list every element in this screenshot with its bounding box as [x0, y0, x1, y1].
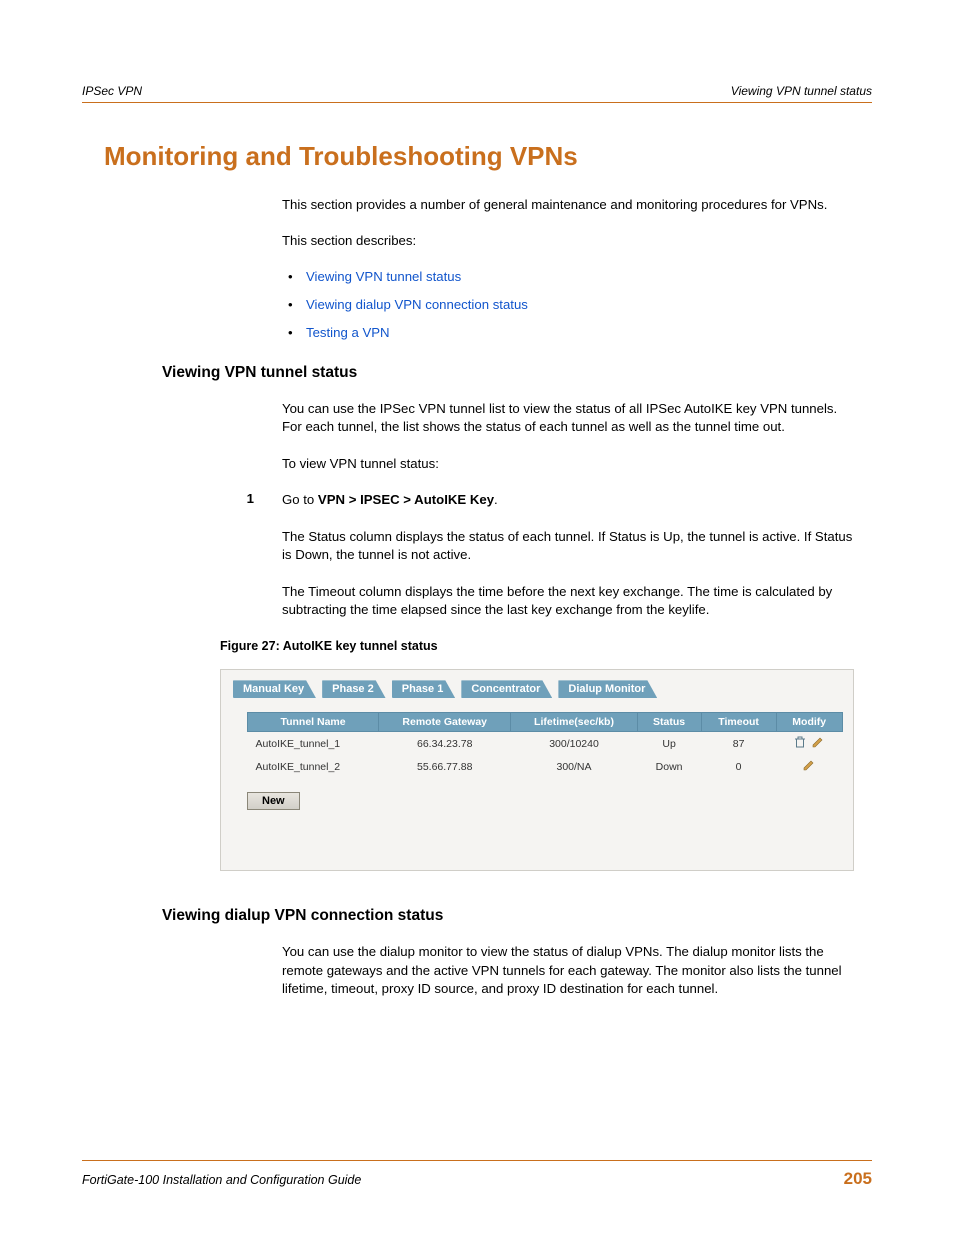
- tab-phase-2[interactable]: Phase 2: [322, 680, 386, 698]
- header-rule: [82, 102, 872, 103]
- edit-icon[interactable]: [812, 736, 824, 748]
- trash-icon[interactable]: [794, 736, 806, 748]
- tab-phase-1[interactable]: Phase 1: [392, 680, 456, 698]
- table-row: AutoIKE_tunnel_1 66.34.23.78 300/10240 U…: [248, 732, 843, 756]
- figure-screenshot: Manual Key Phase 2 Phase 1 Concentrator …: [220, 669, 854, 871]
- link-viewing-tunnel-status[interactable]: Viewing VPN tunnel status: [306, 269, 461, 284]
- col-status: Status: [637, 713, 701, 732]
- sec1-p4: The Timeout column displays the time bef…: [282, 583, 854, 620]
- col-tunnel-name: Tunnel Name: [248, 713, 379, 732]
- col-lifetime: Lifetime(sec/kb): [511, 713, 637, 732]
- col-timeout: Timeout: [701, 713, 776, 732]
- section-heading-tunnel-status: Viewing VPN tunnel status: [162, 364, 872, 382]
- footer-doc-title: FortiGate-100 Installation and Configura…: [82, 1173, 361, 1187]
- page-footer: FortiGate-100 Installation and Configura…: [82, 1160, 872, 1189]
- tab-dialup-monitor[interactable]: Dialup Monitor: [558, 680, 657, 698]
- sec1-p1: You can use the IPSec VPN tunnel list to…: [282, 400, 854, 437]
- tab-manual-key[interactable]: Manual Key: [233, 680, 316, 698]
- tab-bar: Manual Key Phase 2 Phase 1 Concentrator …: [233, 680, 841, 698]
- sec2-p1: You can use the dialup monitor to view t…: [282, 943, 854, 998]
- header-left: IPSec VPN: [82, 84, 142, 98]
- toc-bullets: Viewing VPN tunnel status Viewing dialup…: [282, 269, 854, 340]
- page-title: Monitoring and Troubleshooting VPNs: [104, 141, 872, 172]
- page-number: 205: [844, 1169, 872, 1189]
- table-row: AutoIKE_tunnel_2 55.66.77.88 300/NA Down…: [248, 755, 843, 778]
- col-modify: Modify: [776, 713, 842, 732]
- new-button[interactable]: New: [247, 792, 300, 810]
- step-text: Go to VPN > IPSEC > AutoIKE Key.: [282, 491, 854, 509]
- col-remote-gateway: Remote Gateway: [379, 713, 511, 732]
- sec1-p3: The Status column displays the status of…: [282, 528, 854, 565]
- section-heading-dialup-status: Viewing dialup VPN connection status: [162, 907, 872, 925]
- tab-concentrator[interactable]: Concentrator: [461, 680, 552, 698]
- figure-caption: Figure 27: AutoIKE key tunnel status: [220, 638, 854, 656]
- edit-icon[interactable]: [803, 759, 815, 771]
- step-number: 1: [220, 491, 254, 509]
- link-viewing-dialup-status[interactable]: Viewing dialup VPN connection status: [306, 297, 528, 312]
- link-testing-vpn[interactable]: Testing a VPN: [306, 325, 390, 340]
- step-1: 1 Go to VPN > IPSEC > AutoIKE Key.: [220, 491, 854, 509]
- sec1-p2: To view VPN tunnel status:: [282, 455, 854, 473]
- footer-rule: [82, 1160, 872, 1161]
- tunnel-table: Tunnel Name Remote Gateway Lifetime(sec/…: [247, 712, 843, 778]
- running-header: IPSec VPN Viewing VPN tunnel status: [82, 84, 872, 98]
- intro-paragraph-1: This section provides a number of genera…: [282, 196, 854, 214]
- header-right: Viewing VPN tunnel status: [731, 84, 872, 98]
- intro-paragraph-2: This section describes:: [282, 232, 854, 250]
